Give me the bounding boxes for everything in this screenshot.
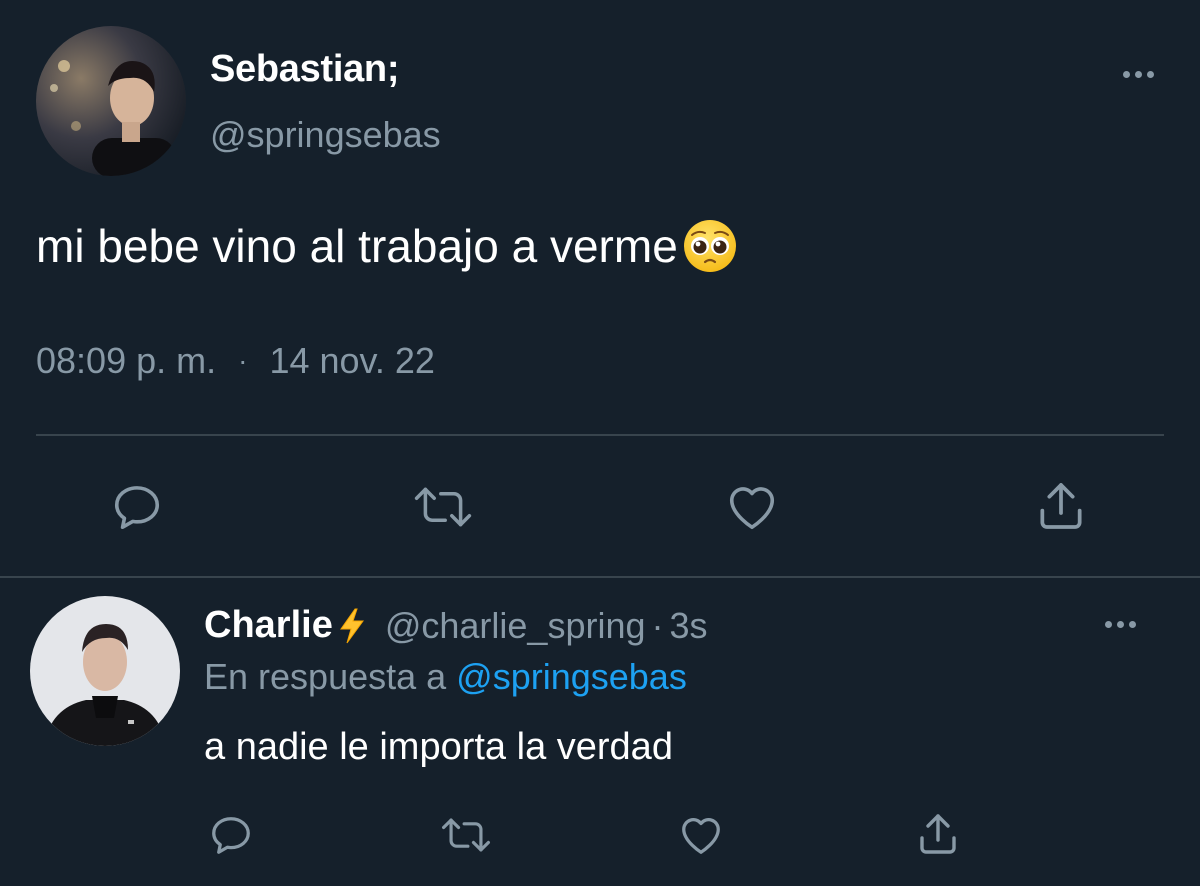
- reply-icon[interactable]: [110, 480, 164, 534]
- retweet-icon[interactable]: [410, 480, 476, 534]
- pleading-face-emoji: [682, 218, 738, 274]
- like-icon[interactable]: [722, 480, 782, 534]
- tweet-timestamp[interactable]: 08:09 p. m. · 14 nov. 22: [36, 340, 435, 382]
- reply-separator: ·: [651, 604, 664, 646]
- divider: [36, 434, 1164, 436]
- tweet-text: mi bebe vino al trabajo a verme: [36, 218, 738, 274]
- share-icon[interactable]: [1032, 478, 1090, 534]
- reply-author-avatar[interactable]: [30, 596, 180, 746]
- section-divider: [0, 576, 1200, 578]
- tweet-time: 08:09 p. m.: [36, 340, 217, 381]
- reply-like-icon[interactable]: [676, 812, 726, 858]
- reply-share-icon[interactable]: [914, 810, 962, 858]
- reply-author-handle[interactable]: @charlie_spring: [385, 605, 646, 647]
- reply-text: a nadie le importa la verdad: [204, 726, 673, 768]
- author-handle[interactable]: @springsebas: [210, 114, 441, 156]
- replying-to-line: En respuesta a @springsebas: [204, 656, 687, 698]
- replying-to-mention[interactable]: @springsebas: [456, 656, 687, 697]
- more-options-icon[interactable]: [1116, 62, 1160, 86]
- reply-more-options-icon[interactable]: [1098, 612, 1142, 636]
- reply-age[interactable]: 3s: [670, 605, 708, 647]
- tweet-date: 14 nov. 22: [269, 340, 435, 381]
- replying-prefix: En respuesta a: [204, 656, 447, 697]
- reply-header: Charlie @charlie_spring · 3s: [204, 604, 708, 647]
- reply-retweet-icon[interactable]: [438, 812, 494, 858]
- author-avatar[interactable]: [36, 26, 186, 176]
- tweet-text-content: mi bebe vino al trabajo a verme: [36, 220, 678, 272]
- high-voltage-emoji: [337, 607, 367, 645]
- tweet-detail-view: Sebastian; @springsebas mi bebe vino al …: [0, 0, 1200, 886]
- meta-separator: ·: [238, 345, 248, 376]
- reply-reply-icon[interactable]: [208, 812, 254, 858]
- reply-author-display-name[interactable]: Charlie: [204, 604, 333, 647]
- author-display-name[interactable]: Sebastian;: [210, 48, 399, 91]
